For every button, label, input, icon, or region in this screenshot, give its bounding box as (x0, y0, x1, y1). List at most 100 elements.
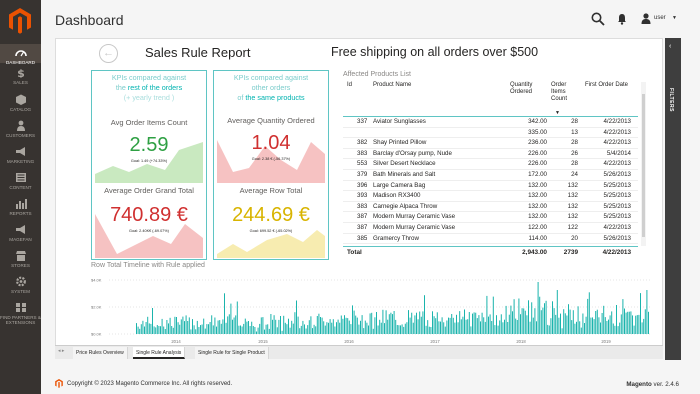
total-qty: 2,943.00 (522, 249, 547, 256)
sidebar-item-content[interactable]: CONTENT (0, 169, 41, 191)
table-row[interactable]: 383 Carnegie Alpaca Throw 132.00 132 5/25/20… (343, 202, 638, 213)
timeline-bar (299, 328, 301, 334)
timeline-bar (248, 321, 249, 334)
timeline-bar (459, 311, 461, 334)
filters-pane[interactable]: ‹ FILTERS (665, 38, 681, 360)
search-icon[interactable] (591, 12, 605, 26)
timeline-bar (478, 315, 480, 334)
back-arrow-icon[interactable]: ← (99, 44, 118, 63)
table-row[interactable]: 382 Shay Printed Pillow 236.00 28 4/22/2013 (343, 138, 638, 149)
timeline-bar (436, 312, 438, 334)
scrollbar-thumb[interactable] (642, 94, 645, 237)
timeline-bar (142, 320, 144, 334)
timeline-bar (289, 327, 291, 334)
timeline-bar (240, 325, 241, 334)
timeline-bar (393, 311, 395, 334)
sidebar-item-system[interactable]: SYSTEM (0, 273, 41, 295)
timeline-bar (630, 311, 632, 334)
timeline-bar (380, 322, 382, 334)
row-total-timeline-chart[interactable]: $4.0K $2.0K $0.0K 2014 2015 2016 2017 2018 2019 (91, 272, 653, 344)
timeline-bar (404, 323, 406, 334)
timeline-bar (188, 317, 190, 334)
cell-name: Aviator Sunglasses (373, 118, 426, 125)
timeline-bar (228, 314, 230, 334)
kpi-title: Average Order Grand Total (104, 186, 194, 195)
sidebar-item-stores[interactable]: STORES (0, 247, 41, 269)
kpi-avg-row-total[interactable]: Average Row Total 244.69 € Goal: 699.52 … (217, 186, 325, 258)
table-row[interactable]: 387 Modern Murray Ceramic Vase 132.00 132 5/… (343, 212, 638, 223)
timeline-bar (180, 319, 182, 334)
sidebar-item-marketing[interactable]: MARKETING (0, 143, 41, 165)
timeline-bar (356, 317, 358, 334)
column-header-order-items-count[interactable]: Order Items Count (551, 82, 577, 103)
table-row[interactable]: 337 Aviator Sunglasses 342.00 28 4/22/2013 (343, 117, 638, 128)
page-header: Dashboard user ▼ (41, 0, 700, 38)
sidebar-item-reports[interactable]: REPORTS (0, 195, 41, 217)
sidebar-item-sales[interactable]: $ SALES (0, 64, 41, 86)
report-page-tabs: ◂ ▸ Price Rules Overview Single Rule Ana… (55, 345, 663, 359)
tab-single-rule-single-product[interactable]: Single Rule for Single Product (195, 347, 269, 359)
table-row[interactable]: 553 Silver Desert Necklace 226.00 28 4/22/20… (343, 159, 638, 170)
sidebar-item-find-partners-extensions[interactable]: FIND PARTNERS & EXTENSIONS (0, 299, 41, 329)
table-scrollbar[interactable] (641, 82, 646, 246)
x-tick-label: 2016 (344, 339, 354, 344)
table-row[interactable]: 385 Gramercy Throw 114.00 20 5/26/2013 (343, 234, 638, 245)
timeline-bar (473, 312, 475, 334)
kpi-goal: Goal: 2.38 € (-56.37%) (251, 157, 291, 161)
timeline-bar (424, 295, 425, 334)
kpi-avg-quantity-ordered[interactable]: Average Quantity Ordered 1.04 Goal: 2.38… (217, 116, 325, 183)
cell-id: 379 (357, 171, 368, 178)
timeline-bar (644, 309, 646, 334)
tab-scroll-arrows-icon[interactable]: ◂ ▸ (58, 348, 64, 354)
table-row[interactable]: 335.00 13 4/22/2013 (343, 128, 638, 139)
table-row[interactable]: 387 Modern Murray Ceramic Vase 122.00 122 4/… (343, 223, 638, 234)
y-tick-label: $2.0K (91, 305, 102, 310)
timeline-bar (612, 323, 614, 334)
sidebar-item-catalog[interactable]: CATALOG (0, 91, 41, 113)
sidebar-item-magefan[interactable]: MAGEFAN (0, 221, 41, 243)
table-row[interactable]: 393 Madison RX3400 132.00 132 5/25/2013 (343, 191, 638, 202)
username-label[interactable]: user (654, 15, 666, 21)
timeline-bar (267, 324, 269, 334)
filters-label[interactable]: FILTERS (668, 88, 674, 112)
timeline-bar (164, 329, 166, 334)
sidebar-item-customers[interactable]: CUSTOMERS (0, 117, 41, 139)
cell-name: Bath Minerals and Salt (373, 171, 436, 178)
table-row[interactable]: 383 Barclay d'Orsay pump, Nude 226.00 26 5/4… (343, 149, 638, 160)
timeline-bar (152, 308, 153, 334)
column-header-product-name[interactable]: Product Name (373, 82, 411, 89)
column-header-id[interactable]: Id (347, 82, 352, 89)
timeline-bar (558, 317, 560, 334)
column-header-quantity[interactable]: Quantity Ordered (510, 82, 546, 96)
kpi-avg-order-items-count[interactable]: Avg Order Items Count 2.59 Goal: 1.49 (+… (95, 118, 203, 183)
timeline-bar (545, 300, 547, 334)
timeline-bar (209, 322, 211, 334)
timeline-bar (182, 316, 184, 334)
store-icon (0, 250, 41, 261)
table-row[interactable]: 379 Bath Minerals and Salt 172.00 24 5/26/20… (343, 170, 638, 181)
kpi-avg-order-grand-total[interactable]: Average Order Grand Total 740.89 € Goal:… (95, 186, 203, 258)
timeline-bar (342, 318, 344, 334)
tab-price-rules-overview[interactable]: Price Rules Overview (73, 347, 128, 359)
table-row[interactable]: 396 Large Camera Bag 132.00 132 5/25/2013 (343, 181, 638, 192)
timeline-bar (172, 327, 174, 334)
tab-single-rule-analysis[interactable]: Single Rule Analysis (133, 347, 186, 359)
timeline-bar (568, 304, 569, 334)
cell-qty: 226.00 (528, 160, 547, 168)
timeline-bar (536, 321, 537, 334)
timeline-bar (619, 322, 621, 334)
cell-count: 132 (567, 181, 578, 189)
timeline-bar (601, 313, 603, 334)
timeline-bar (428, 326, 430, 334)
timeline-bar (507, 322, 509, 334)
timeline-bar (635, 315, 637, 334)
bell-icon[interactable] (617, 13, 627, 25)
column-header-first-order-date[interactable]: First Order Date (585, 82, 641, 89)
user-icon[interactable] (641, 13, 651, 24)
magento-logo-icon[interactable] (9, 8, 31, 34)
chevron-down-icon[interactable]: ▼ (672, 15, 677, 21)
box-icon (0, 94, 41, 105)
sidebar-item-dashboard[interactable]: DASHBOARD (0, 44, 41, 65)
timeline-bar (515, 318, 517, 334)
chevron-left-icon[interactable]: ‹ (669, 43, 671, 50)
